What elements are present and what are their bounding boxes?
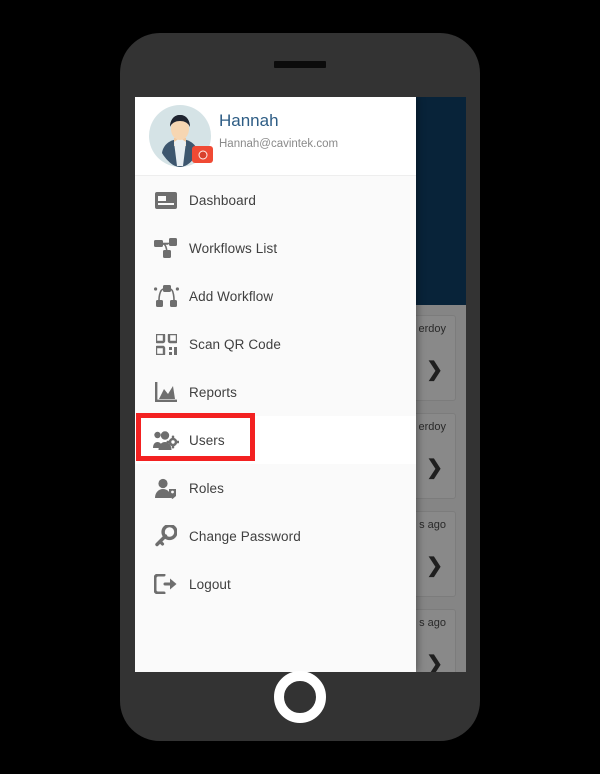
sidebar-item-add-workflow[interactable]: Add Workflow <box>135 272 416 320</box>
add-workflow-icon <box>143 285 189 307</box>
profile-email: Hannah@cavintek.com <box>219 138 339 150</box>
sidebar-item-label: Logout <box>189 576 231 592</box>
drawer-menu: Dashboard Workflows List Add Workflow Sc… <box>135 176 416 608</box>
sidebar-item-label: Dashboard <box>189 192 256 208</box>
users-gear-icon <box>143 430 189 451</box>
speaker-grille <box>274 61 326 68</box>
logout-icon <box>143 574 189 594</box>
key-icon <box>143 525 189 547</box>
profile-header[interactable]: Hannah Hannah@cavintek.com <box>135 97 416 176</box>
qr-code-icon <box>143 333 189 355</box>
sidebar-item-workflows-list[interactable]: Workflows List <box>135 224 416 272</box>
sidebar-item-label: Scan QR Code <box>189 336 281 352</box>
sidebar-item-label: Workflows List <box>189 240 278 256</box>
sidebar-item-label: Roles <box>189 480 225 496</box>
phone-screen: % erdoy ❯ erdoy ❯ s ago ❯ s ago ❯ <box>135 97 466 672</box>
navigation-drawer: Hannah Hannah@cavintek.com Dashboard Wor… <box>135 97 416 672</box>
dashboard-icon <box>143 191 189 209</box>
camera-icon[interactable] <box>192 146 213 163</box>
sidebar-item-roles[interactable]: Roles <box>135 464 416 512</box>
sidebar-item-label: Add Workflow <box>189 288 274 304</box>
phone-frame: % erdoy ❯ erdoy ❯ s ago ❯ s ago ❯ <box>120 33 480 741</box>
reports-chart-icon <box>143 382 189 402</box>
sidebar-item-users[interactable]: Users <box>135 413 416 464</box>
workflow-list-icon <box>143 236 189 260</box>
sidebar-item-label: Reports <box>189 384 237 400</box>
profile-name: Hannah <box>219 111 279 130</box>
sidebar-item-label: Users <box>189 432 225 448</box>
sidebar-item-change-password[interactable]: Change Password <box>135 512 416 560</box>
sidebar-item-reports[interactable]: Reports <box>135 368 416 416</box>
home-button[interactable] <box>274 671 326 723</box>
role-tag-icon <box>143 478 189 499</box>
sidebar-item-logout[interactable]: Logout <box>135 560 416 608</box>
sidebar-item-dashboard[interactable]: Dashboard <box>135 176 416 224</box>
sidebar-item-label: Change Password <box>189 528 301 544</box>
avatar[interactable] <box>149 105 213 167</box>
sidebar-item-scan-qr-code[interactable]: Scan QR Code <box>135 320 416 368</box>
